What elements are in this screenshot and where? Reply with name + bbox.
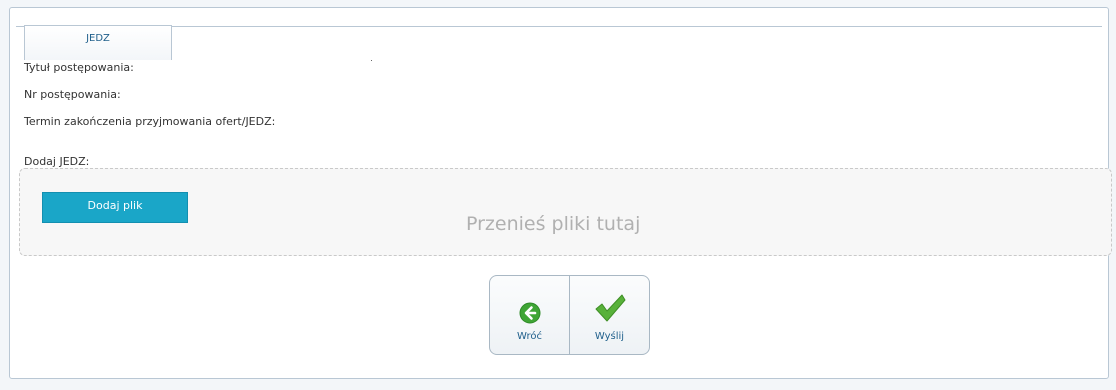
add-jedz-label: Dodaj JEDZ: [24, 155, 90, 168]
number-label: Nr postępowania: [24, 88, 121, 101]
add-file-button[interactable]: Dodaj plik [42, 192, 188, 223]
dropzone-hint: Przenieś pliki tutaj [466, 213, 641, 235]
page-background: JEDZ Tytuł postępowania: Nr postępowania… [0, 0, 1116, 390]
back-button-label: Wróć [517, 331, 542, 342]
arrow-left-circle-icon [519, 302, 540, 324]
deadline-label: Termin zakończenia przyjmowania ofert/JE… [24, 115, 276, 128]
send-button[interactable]: Wyślij [570, 276, 649, 354]
title-value [371, 60, 372, 61]
title-label: Tytuł postępowania: [24, 61, 134, 74]
tab-jedz-label: JEDZ [86, 33, 110, 44]
action-button-group: Wróć Wyślij [489, 275, 650, 355]
send-button-label: Wyślij [594, 331, 625, 342]
checkmark-icon [595, 294, 625, 322]
tab-jedz[interactable]: JEDZ [24, 25, 172, 60]
back-button[interactable]: Wróć [490, 276, 569, 354]
tab-bar [16, 26, 1102, 27]
